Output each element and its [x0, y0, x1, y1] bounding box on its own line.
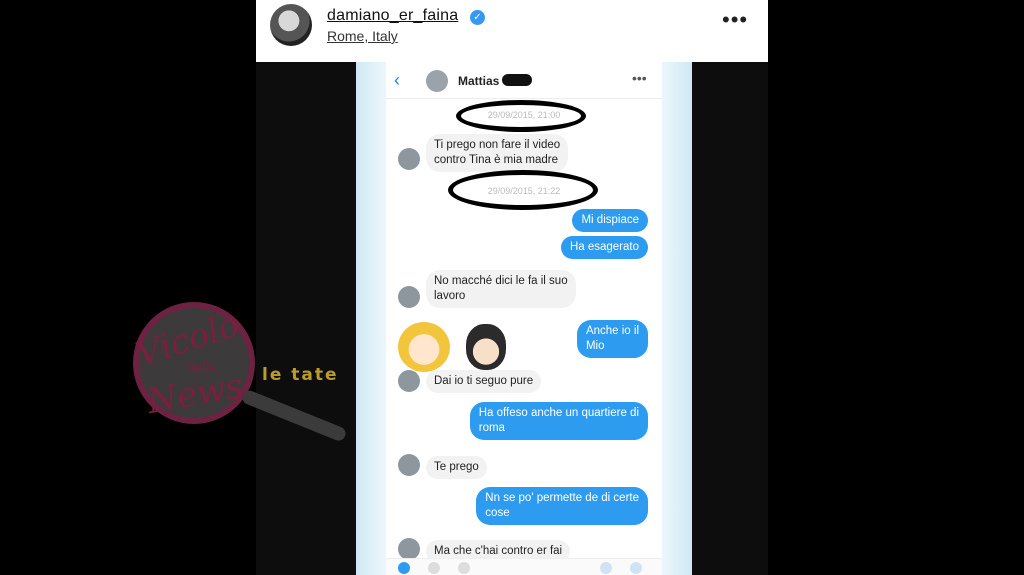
message-bubble-out: Mi dispiace [572, 209, 648, 232]
watermark-text-secondary: le tate [262, 365, 339, 385]
redaction-mark [502, 74, 532, 86]
post-header: damiano_er_faina ✓ Rome, Italy ••• [256, 0, 768, 62]
contact-avatar [426, 70, 448, 92]
message-avatar [398, 454, 420, 476]
plus-icon [398, 562, 410, 574]
message-bubble-in: Ti prego non fare il video contro Tina è… [426, 134, 569, 172]
message-bubble-out: Ha esagerato [560, 236, 648, 259]
redaction-scribble [448, 170, 598, 210]
back-chevron-icon: ‹ [394, 70, 400, 90]
gallery-icon [458, 562, 470, 574]
chat-header: ‹ Mattias ••• [386, 62, 662, 99]
message-bubble-out: Ha offeso anche un quartiere di roma [469, 402, 648, 440]
instagram-post: damiano_er_faina ✓ Rome, Italy ••• ‹ Mat… [256, 0, 768, 575]
user-avatar[interactable] [270, 4, 312, 46]
message-bubble-out: Anche io il Mio [576, 320, 648, 358]
emoji-icon [600, 562, 612, 574]
chat-screenshot: ‹ Mattias ••• 29/09/2015, 21:00 Ti prego… [386, 62, 662, 575]
verified-badge-icon: ✓ [470, 10, 485, 25]
message-avatar [398, 538, 420, 560]
chat-menu-icon: ••• [632, 70, 647, 86]
message-bubble-in: Te prego [426, 456, 487, 479]
magnifier-handle [240, 388, 348, 443]
message-bubble-out: Nn se po' permette de di certe cose [476, 487, 648, 525]
camera-icon [428, 562, 440, 574]
message-avatar [398, 370, 420, 392]
chat-input-bar [386, 558, 662, 575]
message-bubble-in: No macché dici le fa il suo lavoro [426, 270, 576, 308]
redaction-scribble [456, 100, 586, 132]
message-bubble-in: Dai io ti seguo pure [426, 370, 542, 393]
cartoon-face-watermark [466, 324, 506, 370]
message-avatar [398, 148, 420, 170]
message-avatar [398, 286, 420, 308]
username-link[interactable]: damiano_er_faina [327, 7, 458, 25]
like-icon [630, 562, 642, 574]
cartoon-face-watermark [398, 322, 450, 372]
post-image: ‹ Mattias ••• 29/09/2015, 21:00 Ti prego… [356, 62, 692, 575]
more-dots-icon[interactable]: ••• [722, 9, 748, 31]
contact-name: Mattias [458, 74, 500, 88]
location-link[interactable]: Rome, Italy [327, 28, 398, 44]
